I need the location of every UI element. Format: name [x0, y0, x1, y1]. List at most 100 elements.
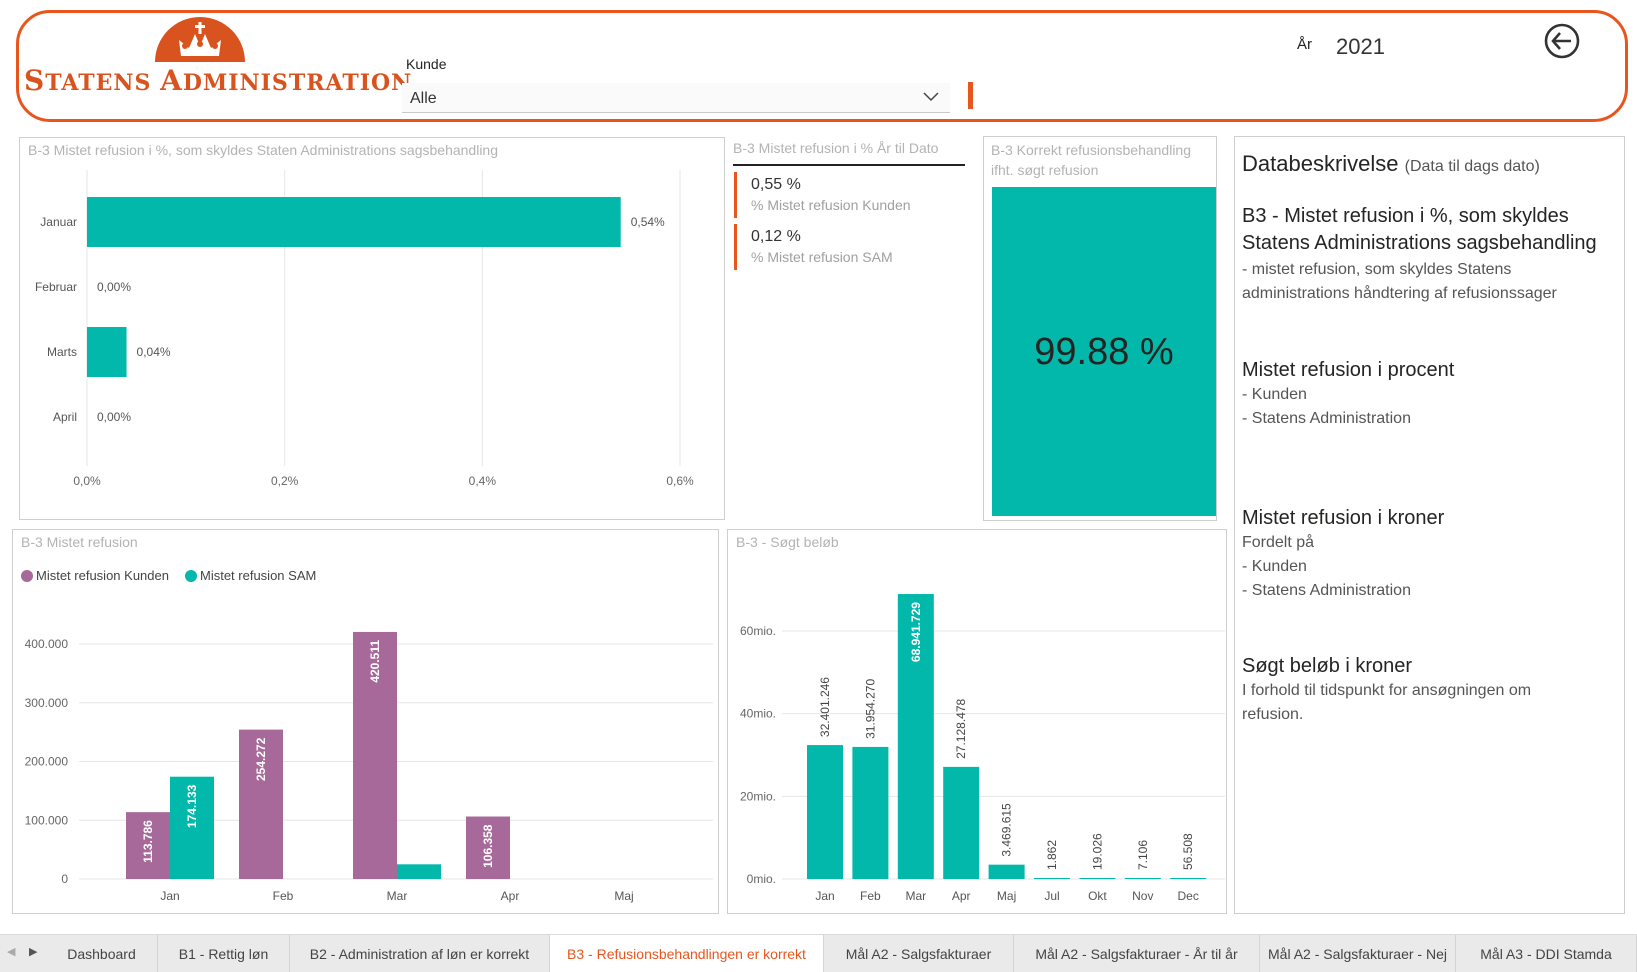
data-label: 1.862: [1045, 840, 1059, 870]
bar: [1170, 878, 1207, 879]
pct-chart-panel: B-3 Mistet refusion i %, som skyldes Sta…: [19, 137, 725, 520]
chevron-down-icon: [923, 92, 939, 102]
logo-wordmark: STATENS ADMINISTRATION: [24, 64, 413, 97]
bar: [1124, 878, 1161, 879]
accent-marker: [968, 82, 973, 109]
data-label: 420.511: [368, 640, 382, 683]
correct-refusion-title: B-3 Korrekt refusionsbehandling ifht. sø…: [991, 142, 1192, 178]
kpi-title: B-3 Mistet refusion i % År til Dato: [733, 140, 939, 156]
page-tab[interactable]: Mål A2 - Salgsfakturaer: [824, 935, 1014, 972]
bar: [988, 864, 1025, 879]
y-tick-label: 0mio.: [747, 872, 776, 886]
data-label: 56.508: [1181, 833, 1195, 870]
desc-heading: Mistet refusion i procent: [1242, 359, 1455, 381]
x-category-label: Nov: [1132, 889, 1153, 903]
x-category-label: Maj: [614, 889, 633, 903]
kpi-value-kunden: 0,55 %: [751, 176, 801, 193]
desc-heading: Mistet refusion i kroner: [1242, 507, 1445, 529]
data-label: 27.128.478: [954, 698, 968, 758]
data-label: 174.133: [185, 784, 199, 828]
y-tick-label: 300.000: [25, 696, 69, 710]
data-label: 113.786: [141, 820, 155, 863]
kpi-accent-bar: [734, 224, 737, 270]
page-tab[interactable]: Mål A2 - Salgsfakturaer - År til år: [1014, 935, 1260, 972]
y-tick-label: 400.000: [25, 637, 69, 651]
description-title: Databeskrivelse (Data til dags dato): [1242, 151, 1540, 176]
data-label: 68.941.729: [909, 602, 923, 662]
y-tick-label: 100.000: [25, 813, 69, 827]
back-arrow-icon[interactable]: [1543, 22, 1581, 60]
desc-heading: Søgt beløb i kroner: [1242, 655, 1413, 677]
desc-heading: B3 - Mistet refusion i %, som skyldes: [1242, 205, 1569, 227]
y-tick-label: 20mio.: [740, 789, 776, 803]
legend-dot: [21, 570, 33, 582]
bar: [807, 745, 843, 879]
x-tick-label: 0,2%: [271, 474, 299, 488]
x-category-label: Okt: [1088, 889, 1107, 903]
description-panel: Databeskrivelse (Data til dags dato) B3 …: [1234, 136, 1625, 914]
kpi-panel: B-3 Mistet refusion i % År til Dato 0,55…: [730, 136, 970, 281]
y-category-label: April: [53, 410, 77, 424]
correct-refusion-panel: B-3 Korrekt refusionsbehandling ifht. sø…: [983, 136, 1217, 521]
x-category-label: Jan: [815, 889, 834, 903]
page-tab[interactable]: B1 - Rettig løn: [158, 935, 290, 972]
desc-line: - Kunden: [1242, 558, 1307, 575]
tab-scroll-left-icon[interactable]: ◀: [7, 945, 15, 958]
y-category-label: Februar: [35, 280, 77, 294]
page-tab[interactable]: Mål A2 - Salgsfakturaer - Nej: [1260, 935, 1456, 972]
bar: [1079, 878, 1116, 879]
bar: [87, 327, 127, 377]
y-tick-label: 0: [61, 872, 68, 886]
data-label: 31.954.270: [863, 679, 877, 739]
bar: [852, 746, 889, 879]
kpi-label-sam: % Mistet refusion SAM: [751, 249, 893, 265]
pct-bar-chart: 0,0% 0,2% 0,4% 0,6% Januar 0,54% Februar 0,00% M…: [35, 170, 694, 488]
tab-scroll-right-icon[interactable]: ▶: [29, 945, 37, 958]
lost-bar-chart: Mistet refusion Kunden Mistet refusion SA…: [21, 568, 713, 903]
desc-line: administrations håndtering af refusionss…: [1242, 285, 1557, 302]
bar: [1034, 878, 1070, 879]
year-value[interactable]: 2021: [1336, 34, 1385, 60]
kunde-selected-value: Alle: [410, 90, 437, 107]
data-label: 0,04%: [137, 345, 171, 359]
kunde-dropdown[interactable]: Alle: [402, 83, 950, 113]
x-tick-label: 0,0%: [73, 474, 101, 488]
data-label: 32.401.246: [818, 677, 832, 737]
data-label: 254.272: [254, 737, 268, 781]
x-category-label: Jan: [160, 889, 179, 903]
x-category-label: Mar: [387, 889, 408, 903]
bar: [87, 197, 621, 247]
crown-logo-icon: [155, 17, 245, 62]
data-label: 0,54%: [631, 215, 665, 229]
x-category-label: Feb: [273, 889, 294, 903]
desc-line: - Statens Administration: [1242, 582, 1411, 599]
desc-heading: Statens Administrations sagsbehandling: [1242, 232, 1597, 254]
bar: [397, 864, 441, 879]
data-label: 3.469.615: [1000, 803, 1014, 857]
data-label: 0,00%: [97, 410, 131, 424]
desc-line: - Kunden: [1242, 386, 1307, 403]
page-tab[interactable]: B3 - Refusionsbehandlingen er korrekt: [550, 935, 824, 972]
desc-line: Fordelt på: [1242, 534, 1315, 551]
data-label: 0,00%: [97, 280, 131, 294]
y-tick-label: 60mio.: [740, 624, 776, 638]
page-tab[interactable]: Mål A3 - DDI Stamda: [1456, 935, 1637, 972]
x-tick-label: 0,6%: [666, 474, 694, 488]
y-category-label: Januar: [40, 215, 77, 229]
y-category-label: Marts: [47, 345, 77, 359]
desc-line: - Statens Administration: [1242, 410, 1411, 427]
correct-refusion-value: 99.88 %: [1034, 331, 1174, 373]
kunde-filter-label: Kunde: [406, 56, 447, 72]
desc-line: I forhold til tidspunkt for ansøgningen …: [1242, 682, 1532, 699]
kpi-value-sam: 0,12 %: [751, 228, 801, 245]
data-label: 7.106: [1136, 840, 1150, 870]
x-category-label: Maj: [997, 889, 1016, 903]
lost-chart-panel: B-3 Mistet refusion Mistet refusion Kund…: [12, 529, 719, 914]
x-category-label: Mar: [905, 889, 926, 903]
legend-dot: [185, 570, 197, 582]
bar: [943, 766, 980, 879]
sought-chart-panel: B-3 - Søgt beløb 0mio. 20mio. 40mio. 60mio.…: [727, 529, 1227, 914]
page-tab[interactable]: B2 - Administration af løn er korrekt: [290, 935, 550, 972]
y-tick-label: 200.000: [25, 755, 69, 769]
page-tab[interactable]: Dashboard: [46, 935, 158, 972]
